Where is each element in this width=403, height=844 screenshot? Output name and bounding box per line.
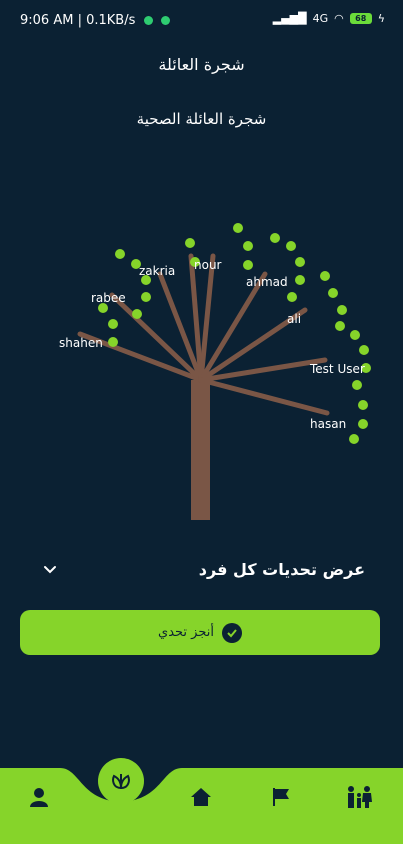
member-label-ali: ali — [287, 312, 301, 326]
nav-home[interactable] — [184, 780, 218, 814]
home-icon — [191, 788, 211, 806]
member-label-ahmad: ahmad — [246, 275, 288, 289]
status-time-text: 9:06 AM | 0.1KB/s — [20, 13, 136, 28]
tree-title: شجرة العائلة الصحية — [136, 110, 267, 128]
status-bar: 9:06 AM | 0.1KB/s ▂▄▆█ 4G ◠ 68 ϟ — [0, 0, 403, 40]
member-label-hasan: hasan — [310, 417, 346, 431]
dropdown-label: عرض تحديات كل فرد — [198, 559, 365, 579]
network-type: 4G — [312, 12, 329, 25]
member-label-nour: nour — [194, 258, 222, 272]
signal-icon: ▂▄▆█ — [272, 12, 307, 25]
wifi-icon: ◠ — [334, 12, 344, 25]
challenges-dropdown[interactable]: عرض تحديات كل فرد — [40, 552, 365, 586]
battery-icon: 68 — [349, 13, 372, 24]
tree-trunk — [191, 380, 210, 520]
tree-leaves — [98, 223, 371, 444]
plant-icon — [112, 774, 130, 790]
nav-profile[interactable] — [22, 780, 56, 814]
member-label-test-user: Test User — [309, 362, 365, 376]
family-icon — [348, 786, 372, 808]
flag-icon — [273, 788, 289, 806]
whatsapp-icon — [143, 16, 153, 25]
status-time: 9:06 AM | 0.1KB/s — [20, 13, 170, 28]
battery-level: 68 — [355, 14, 367, 23]
complete-challenge-button[interactable]: أنجز تحدي — [20, 610, 380, 655]
charging-icon: ϟ — [377, 12, 385, 25]
page-title: شجرة العائلة — [158, 55, 245, 74]
member-label-shahen: shahen — [59, 336, 103, 350]
member-label-rabee: rabee — [91, 291, 126, 305]
profile-icon — [30, 788, 48, 807]
nav-challenges[interactable] — [264, 780, 298, 814]
member-label-zakria: zakria — [139, 264, 175, 278]
status-icons: ▂▄▆█ 4G ◠ 68 ϟ — [273, 12, 385, 25]
chevron-down-icon — [44, 566, 56, 574]
family-tree: zakria nour ahmad rabee ali shahen Test … — [59, 223, 371, 520]
nav-family[interactable] — [342, 780, 376, 814]
check-icon — [221, 622, 242, 643]
nav-plant[interactable] — [98, 758, 144, 804]
complete-challenge-label: أنجز تحدي — [158, 625, 214, 640]
app-notification-icon — [160, 16, 170, 25]
